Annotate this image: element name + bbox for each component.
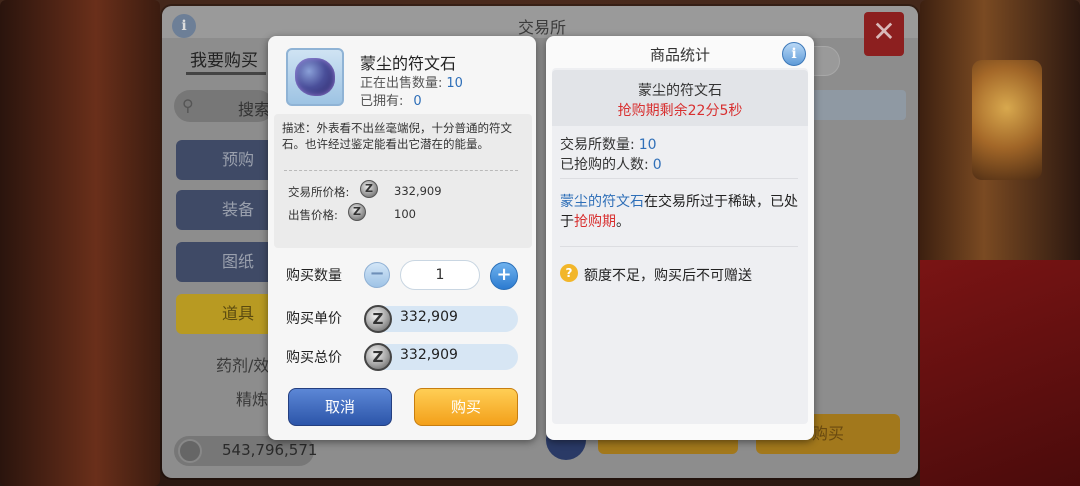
rushed-count-value: 0 — [652, 157, 662, 173]
exchange-price-label: 交易所价格: — [288, 185, 350, 199]
zeny-coin-icon: Z — [364, 305, 392, 333]
sell-price-label: 出售价格: — [288, 208, 338, 222]
exchange-count-label: 交易所数量: — [560, 137, 635, 153]
quantity-input[interactable]: 1 — [400, 260, 480, 290]
exchange-count: 交易所数量: 10 — [560, 134, 657, 154]
subcategory-refine[interactable]: 精炼 — [236, 386, 268, 410]
exchange-count-value: 10 — [638, 137, 657, 153]
scarcity-item-name: 蒙尘的符文石 — [560, 194, 644, 210]
quantity-label: 购买数量 — [286, 268, 342, 284]
stats-divider — [560, 246, 798, 247]
tab-active-underline — [186, 72, 266, 75]
total-price-label: 购买总价 — [286, 350, 342, 366]
money-value: 543,796,571 — [222, 441, 318, 459]
info-icon[interactable]: i — [172, 14, 196, 38]
total-price-value: 332,909 — [400, 347, 458, 363]
stats-item-name: 蒙尘的符文石 — [638, 83, 722, 99]
cancel-button[interactable]: 取消 — [288, 388, 392, 426]
search-input[interactable]: ⚲ 搜索 — [174, 90, 274, 122]
search-label: 搜索 — [238, 100, 271, 119]
rush-countdown: 抢购期剩余22分5秒 — [617, 103, 743, 119]
item-icon-frame — [286, 48, 344, 106]
scarcity-text-end: 。 — [616, 214, 630, 230]
close-button[interactable]: ✕ — [864, 12, 904, 56]
item-description: 描述：外表看不出丝毫端倪，十分普通的符文石。也许经过鉴定能看出它潜在的能量。 — [282, 121, 512, 151]
quantity-plus-button[interactable]: + — [490, 262, 518, 290]
money-display: 543,796,571 — [174, 436, 318, 466]
description-divider — [284, 170, 518, 171]
left-pillar-decoration — [0, 0, 160, 486]
scarcity-notice: 蒙尘的符文石在交易所过于稀缺，已处于抢购期。 — [560, 192, 800, 232]
purchase-dialog: 蒙尘的符文石 正在出售数量: 10 已拥有: 0 描述：外表看不出丝毫端倪，十分普通… — [268, 36, 536, 440]
zeny-coin-icon: Z — [364, 343, 392, 371]
quantity-minus-button[interactable]: − — [364, 262, 390, 288]
owned-label: 已拥有: — [360, 94, 404, 109]
owned-value: 0 — [413, 94, 422, 109]
rushed-count-label: 已抢购的人数: — [560, 157, 649, 173]
info-icon[interactable]: i — [782, 42, 806, 66]
quota-warning: 额度不足，购买后不可赠送 — [584, 268, 752, 284]
owned-count: 已拥有: 0 — [360, 90, 422, 109]
on-sale-label: 正在出售数量: — [360, 76, 443, 91]
search-icon: ⚲ — [182, 96, 194, 115]
warning-icon: ? — [560, 264, 578, 282]
rune-stone-icon — [295, 58, 335, 96]
stats-divider — [560, 178, 798, 179]
zeny-coin-icon: Z — [360, 180, 378, 198]
sell-price-value: 100 — [394, 207, 416, 221]
carpet-decoration — [920, 260, 1080, 486]
exchange-price-value: 332,909 — [394, 184, 442, 198]
item-stats-panel: 商品统计 i 蒙尘的符文石 抢购期剩余22分5秒 交易所数量: 10 已抢购的人数… — [546, 36, 814, 440]
item-name: 蒙尘的符文石 — [360, 54, 457, 73]
scarcity-highlight: 抢购期 — [574, 214, 616, 230]
buy-button[interactable]: 购买 — [414, 388, 518, 426]
tab-buy[interactable]: 我要购买 — [190, 46, 258, 71]
exchange-window-title: 交易所 — [517, 18, 566, 37]
lantern-decoration — [972, 60, 1042, 180]
rushed-count: 已抢购的人数: 0 — [560, 154, 662, 174]
on-sale-count: 正在出售数量: 10 — [360, 72, 463, 91]
on-sale-value: 10 — [446, 76, 463, 91]
stats-title: 商品统计 — [649, 46, 710, 64]
unit-price-label: 购买单价 — [286, 311, 342, 327]
unit-price-value: 332,909 — [400, 309, 458, 325]
zeny-coin-icon: Z — [348, 203, 366, 221]
subcategory-potion[interactable]: 药剂/效 — [216, 352, 269, 376]
zeny-coin-icon — [178, 439, 202, 463]
